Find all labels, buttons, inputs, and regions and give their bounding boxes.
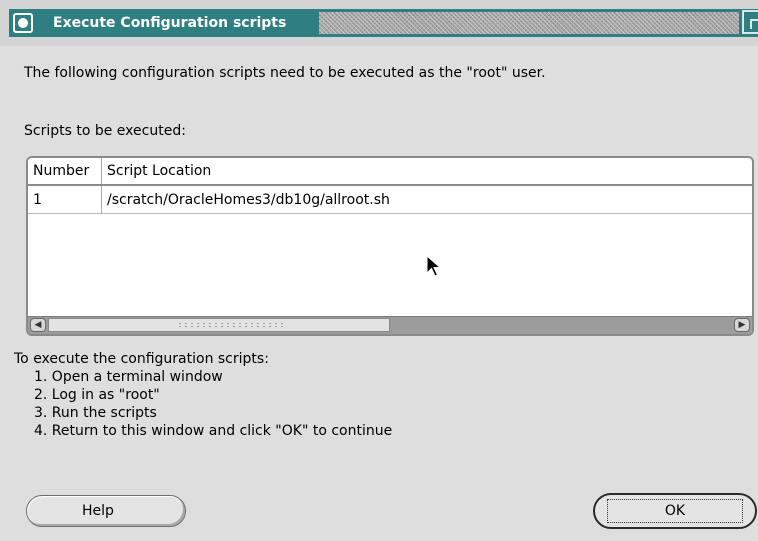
mouse-cursor-icon [426,255,442,277]
instruction-step-1: 1. Open a terminal window [34,369,223,385]
help-button-label: Help [82,503,114,519]
window-title: Execute Configuration scripts [53,15,287,31]
maximize-icon[interactable] [742,10,758,34]
instruction-step-2: 2. Log in as "root" [34,387,160,403]
column-header-script-location[interactable]: Script Location [102,158,752,184]
ok-button[interactable]: OK [593,493,757,529]
title-bar: Execute Configuration scripts [0,0,758,46]
ok-button-label: OK [664,503,686,519]
cell-number: 1 [28,186,102,214]
intro-text: The following configuration scripts need… [24,65,546,81]
help-button[interactable]: Help [26,495,186,527]
scripts-label: Scripts to be executed: [24,123,186,139]
title-bar-active-area[interactable]: Execute Configuration scripts [9,9,758,37]
scroll-right-icon[interactable]: ▶ [734,318,750,332]
scrollbar-grip [177,322,285,328]
window-menu-icon[interactable] [13,13,33,33]
table-header: Number Script Location [28,158,752,186]
title-bar-pattern [319,12,739,34]
instructions-heading: To execute the configuration scripts: [14,351,269,367]
instruction-step-3: 3. Run the scripts [34,405,157,421]
scripts-table[interactable]: Number Script Location 1 /scratch/Oracle… [26,156,754,336]
horizontal-scrollbar[interactable]: ◀ ▶ [28,316,752,334]
scrollbar-thumb[interactable] [48,318,390,332]
column-header-number[interactable]: Number [28,158,102,184]
cell-script-location: /scratch/OracleHomes3/db10g/allroot.sh [107,192,390,208]
instruction-step-4: 4. Return to this window and click "OK" … [34,423,393,439]
scroll-left-icon[interactable]: ◀ [30,318,46,332]
table-row[interactable]: 1 /scratch/OracleHomes3/db10g/allroot.sh [28,186,752,214]
